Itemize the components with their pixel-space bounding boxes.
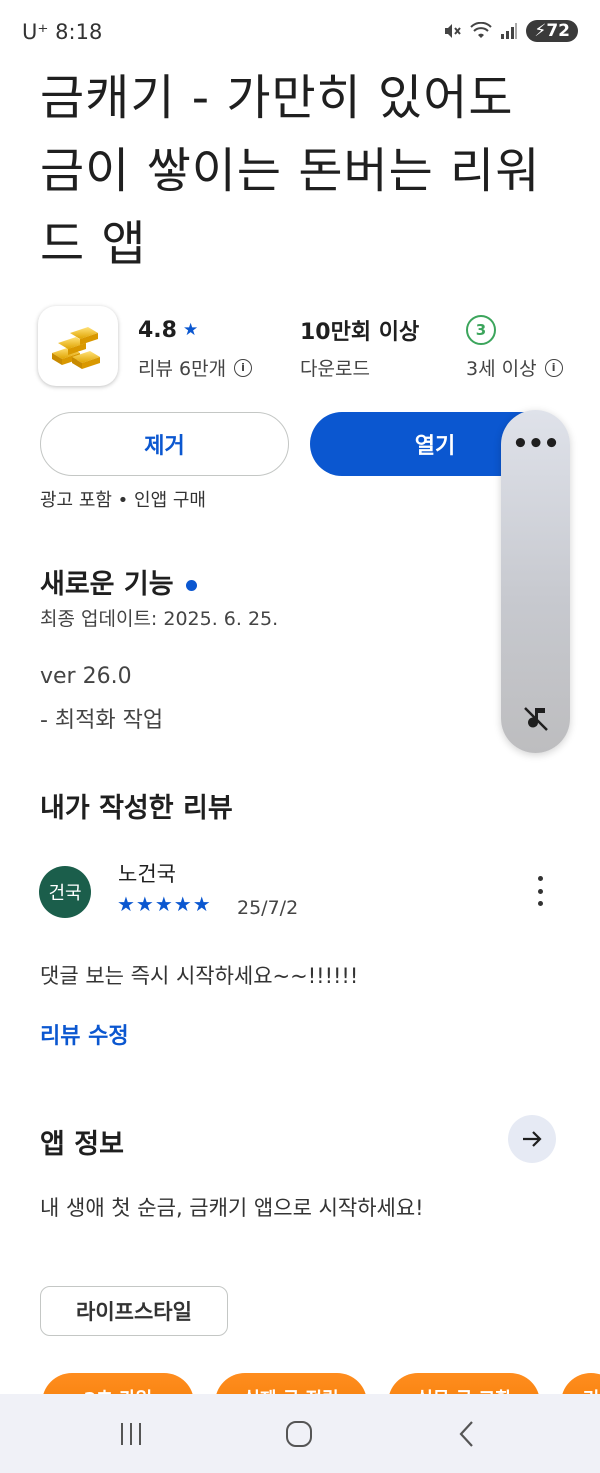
info-icon: i (544, 358, 563, 377)
age-rating-badge: 3 (466, 315, 496, 345)
rating-value: 4.8 (138, 317, 177, 343)
floating-side-panel[interactable]: ••• (501, 410, 570, 753)
review-count: 리뷰 6만개 (138, 358, 227, 380)
more-vert-icon[interactable] (530, 876, 550, 906)
whats-new-line: - 최적화 작업 (40, 708, 164, 733)
reviewer-name: 노건국 (118, 862, 176, 886)
mute-status-icon (445, 24, 462, 38)
recent-apps-icon[interactable] (111, 1414, 151, 1454)
star-icon: ★ (182, 320, 199, 340)
more-horizontal-icon[interactable]: ••• (501, 431, 570, 457)
app-info-arrow-button[interactable] (508, 1115, 556, 1163)
age-column[interactable]: 3 3세 이상 i (466, 314, 563, 381)
gold-bars-icon (52, 327, 100, 369)
review-date: 25/7/2 (237, 897, 299, 919)
review-stars: ★★★★★ (117, 892, 212, 916)
home-icon[interactable] (279, 1414, 319, 1454)
status-right: ⚡72 (442, 20, 578, 42)
remove-button[interactable]: 제거 (40, 412, 289, 476)
app-icon (38, 306, 118, 386)
new-indicator-dot (185, 580, 197, 591)
avatar: 건국 (39, 866, 91, 918)
battery-level: 72 (546, 21, 570, 41)
signal-icon (501, 23, 518, 39)
downloads-label: 다운로드 (300, 358, 370, 380)
app-info-title[interactable]: 앱 정보 (40, 1122, 124, 1161)
battery-bolt-icon: ⚡ (534, 21, 547, 41)
whats-new-line: ver 26.0 (40, 664, 132, 689)
whats-new-heading: 새로운 기능 (40, 562, 197, 601)
info-icon: i (234, 358, 253, 377)
status-left: U⁺ 8:18 (22, 20, 102, 44)
back-icon[interactable] (447, 1414, 487, 1454)
system-navigation-bar (0, 1394, 600, 1473)
rating-column[interactable]: 4.8 ★ 리뷰 6만개 i (138, 314, 253, 381)
review-text: 댓글 보는 즉시 시작하세요~~!!!!!! (40, 964, 359, 988)
battery-indicator: ⚡72 (526, 20, 578, 42)
music-off-icon[interactable] (521, 704, 551, 734)
edit-review-link[interactable]: 리뷰 수정 (40, 1018, 129, 1050)
wifi-icon (470, 22, 493, 38)
ads-note: 광고 포함 • 인앱 구매 (40, 490, 206, 511)
last-updated: 최종 업데이트: 2025. 6. 25. (40, 608, 279, 630)
status-bar: U⁺ 8:18 ⚡72 (0, 0, 600, 68)
arrow-right-icon (523, 1131, 542, 1147)
category-chip[interactable]: 라이프스타일 (40, 1286, 228, 1336)
my-review-title: 내가 작성한 리뷰 (40, 793, 233, 824)
age-label: 3세 이상 (466, 358, 537, 380)
app-title: 금캐기 - 가만히 있어도 금이 쌓이는 돈버는 리워드 앱 (40, 70, 541, 272)
downloads-value: 10만회 이상 (300, 320, 420, 345)
carrier-label: U⁺ (22, 20, 49, 44)
downloads-column: 10만회 이상 다운로드 (300, 314, 419, 381)
app-description: 내 생애 첫 순금, 금캐기 앱으로 시작하세요! (40, 1196, 424, 1220)
whats-new-title: 새로운 기능 (40, 569, 174, 600)
clock: 8:18 (55, 20, 103, 44)
